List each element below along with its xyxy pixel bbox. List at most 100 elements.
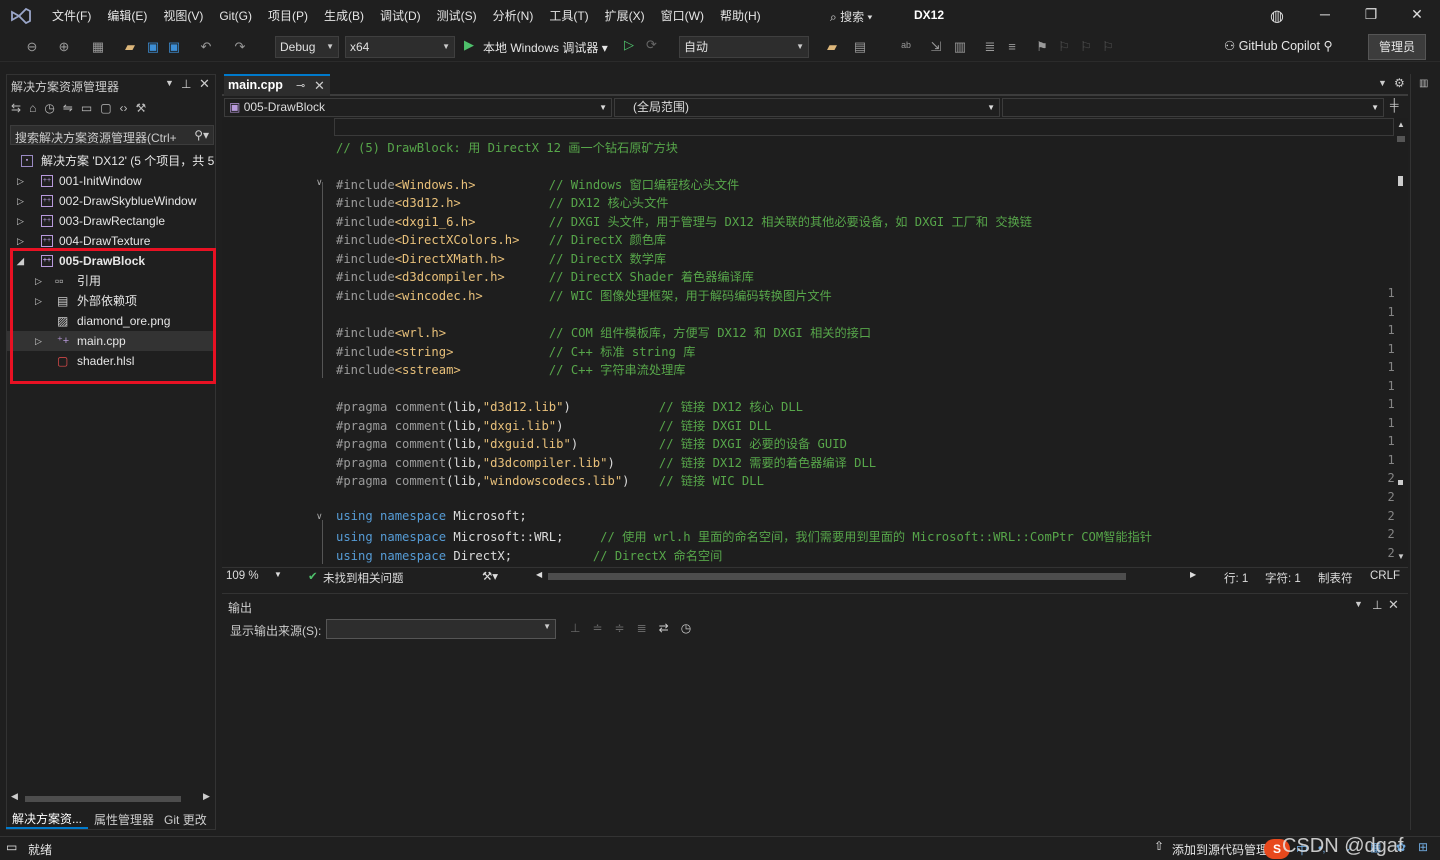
expand-icon[interactable]: ▷ <box>17 171 24 191</box>
close-window-button[interactable]: ✕ <box>1402 6 1432 23</box>
show-all-icon[interactable]: ▢ <box>100 101 111 115</box>
tab-property-manager[interactable]: 属性管理器 <box>88 811 160 828</box>
switch-views-icon[interactable]: ⇋ <box>63 101 73 115</box>
tree-item-002[interactable]: ▷ ++ 002-DrawSkyblueWindow <box>7 191 215 211</box>
close-panel-icon[interactable]: ✕ <box>199 76 210 92</box>
menu-item[interactable]: 调试(D) <box>372 0 429 32</box>
menu-item[interactable]: 生成(B) <box>316 0 372 32</box>
back-icon[interactable]: ⊖ <box>24 39 40 55</box>
project-nav-select[interactable]: ▣ 005-DrawBlock ▼ <box>224 98 612 117</box>
minimize-button[interactable]: ─ <box>1310 6 1340 22</box>
tab-indicator[interactable]: 制表符 <box>1318 570 1353 586</box>
zoom-level[interactable]: 109 % <box>226 570 259 582</box>
tree-item-001[interactable]: ▷ ++ 001-InitWindow <box>7 171 215 191</box>
start-without-debug-icon[interactable]: ▷ <box>624 37 634 53</box>
output-source-select[interactable]: ▼ <box>326 619 556 639</box>
scrollbar-thumb[interactable] <box>25 796 181 802</box>
solution-root[interactable]: ▪ 解决方案 'DX12' (5 个项目，共 5 <box>7 151 215 171</box>
issues-status[interactable]: 未找到相关问题 <box>323 570 404 586</box>
tab-list-icon[interactable]: ▼ <box>1378 78 1387 88</box>
panel-menu-icon[interactable]: ▼ <box>165 78 174 88</box>
config-select[interactable]: Debug ▼ <box>275 36 339 58</box>
scroll-left-icon[interactable]: ◀ <box>536 570 542 579</box>
indent-icon[interactable]: ≣ <box>982 39 998 55</box>
home-icon[interactable]: ⌂ <box>29 101 36 115</box>
menu-item[interactable]: 项目(P) <box>260 0 316 32</box>
settings-gear-icon[interactable]: ⚙ <box>1394 76 1405 90</box>
account-icon[interactable]: ◍ <box>1262 6 1292 26</box>
menu-item[interactable]: 测试(S) <box>429 0 485 32</box>
sync-icon[interactable]: ⇆ <box>11 101 21 115</box>
prev-message-icon[interactable]: ≐ <box>592 621 602 635</box>
scrollbar-thumb[interactable] <box>1397 136 1405 142</box>
new-project-icon[interactable]: ▦ <box>90 39 106 55</box>
menu-item[interactable]: 工具(T) <box>541 0 596 32</box>
expand-icon[interactable]: ▷ <box>17 191 24 211</box>
save-all-icon[interactable]: ▣ <box>166 39 182 55</box>
zoom-dropdown-icon[interactable]: ▼ <box>274 570 282 579</box>
horizontal-scrollbar-thumb[interactable] <box>548 573 1126 580</box>
scroll-down-icon[interactable]: ▼ <box>1397 552 1405 561</box>
collapse-icon[interactable]: ▭ <box>81 101 92 115</box>
pin-tab-icon[interactable]: ⊸ <box>296 77 305 96</box>
history-icon[interactable]: ◷ <box>44 101 54 115</box>
code-editor[interactable]: 12// (5) DrawBlock: 用 DirectX 12 画一个钻石原矿… <box>222 118 1408 566</box>
properties-icon[interactable]: ⚒ <box>136 101 147 115</box>
tree-item-003[interactable]: ▷ ++ 003-DrawRectangle <box>7 211 215 231</box>
search-button[interactable]: ⌕ 搜索 ▾ <box>830 8 872 25</box>
bookmark-icon[interactable]: ⚑ <box>1034 39 1050 55</box>
scroll-up-icon[interactable]: ▲ <box>1397 120 1405 129</box>
hot-reload-icon[interactable]: ⟳ <box>646 37 657 53</box>
redo-icon[interactable]: ↷ <box>232 39 248 55</box>
cleanup-icon[interactable]: ⚒▾ <box>482 569 498 583</box>
copilot-button[interactable]: ⚇ GitHub Copilot ⚲ <box>1224 38 1333 53</box>
menu-item[interactable]: Git(G) <box>211 0 260 32</box>
open-folder-icon[interactable]: ▰ <box>122 39 138 55</box>
menu-item[interactable]: 分析(N) <box>485 0 542 32</box>
pin-icon[interactable]: ⊥ <box>181 77 191 91</box>
clock-icon[interactable]: ◷ <box>681 621 691 635</box>
git-changes-side-icon[interactable]: ▥ <box>1419 78 1428 89</box>
forward-icon[interactable]: ⊕ <box>56 39 72 55</box>
auto-select[interactable]: 自动 ▼ <box>679 36 809 58</box>
tab-solution-explorer[interactable]: 解决方案资... <box>6 810 89 829</box>
menu-item[interactable]: 扩展(X) <box>597 0 653 32</box>
save-icon[interactable]: ▣ <box>145 39 161 55</box>
fold-toggle-icon[interactable]: ∨ <box>316 511 323 522</box>
menu-item[interactable]: 窗口(W) <box>653 0 712 32</box>
panel-menu-icon[interactable]: ▼ <box>1354 599 1363 609</box>
pin-icon[interactable]: ⊥ <box>1372 598 1382 612</box>
scroll-right-icon[interactable]: ▶ <box>203 791 210 802</box>
expand-icon[interactable]: ▷ <box>17 211 24 231</box>
menu-item[interactable]: 视图(V) <box>155 0 211 32</box>
step-icon[interactable]: ⇲ <box>928 39 944 55</box>
close-panel-icon[interactable]: ✕ <box>1388 597 1399 613</box>
menu-item[interactable]: 文件(F) <box>44 0 99 32</box>
fold-toggle-icon[interactable]: ∨ <box>316 177 323 188</box>
split-icon[interactable]: ╪ <box>1390 98 1399 112</box>
grid-icon[interactable]: ⊞ <box>1418 840 1428 854</box>
eol-indicator[interactable]: CRLF <box>1370 570 1400 582</box>
breakpoint-icon[interactable]: ▥ <box>952 39 968 55</box>
column-indicator[interactable]: 字符: 1 <box>1265 570 1301 586</box>
horizontal-scrollbar[interactable]: ◀ ▶ <box>11 791 211 805</box>
menu-item[interactable]: 帮助(H) <box>712 0 769 32</box>
outdent-icon[interactable]: ≡ <box>1004 39 1020 55</box>
folder-icon[interactable]: ▰ <box>824 39 840 55</box>
vertical-scrollbar[interactable]: ▲ ▼ <box>1394 118 1408 566</box>
next-bookmark-icon[interactable]: ⚐ <box>1078 39 1094 55</box>
solution-search-input[interactable]: 搜索解决方案资源管理器(Ctrl+ ⚲▾ <box>10 125 214 145</box>
start-debug-button[interactable]: 本地 Windows 调试器 ▾ <box>483 39 608 56</box>
next-message-icon[interactable]: ≑ <box>615 621 625 635</box>
clear-all-icon[interactable]: ≣ <box>637 621 647 635</box>
menu-item[interactable]: 编辑(E) <box>99 0 155 32</box>
undo-icon[interactable]: ↶ <box>198 39 214 55</box>
start-debug-icon[interactable]: ▶ <box>464 37 474 53</box>
code-icon[interactable]: ‹› <box>120 101 128 115</box>
close-tab-icon[interactable]: ✕ <box>314 76 325 95</box>
find-message-icon[interactable]: ⊥ <box>570 621 580 635</box>
scope-nav-select[interactable]: (全局范围) ▼ <box>614 98 1000 117</box>
scroll-left-icon[interactable]: ◀ <box>11 791 18 802</box>
tab-main-cpp[interactable]: main.cpp ⊸ ✕ <box>224 74 330 96</box>
clear-bookmark-icon[interactable]: ⚐ <box>1100 39 1116 55</box>
